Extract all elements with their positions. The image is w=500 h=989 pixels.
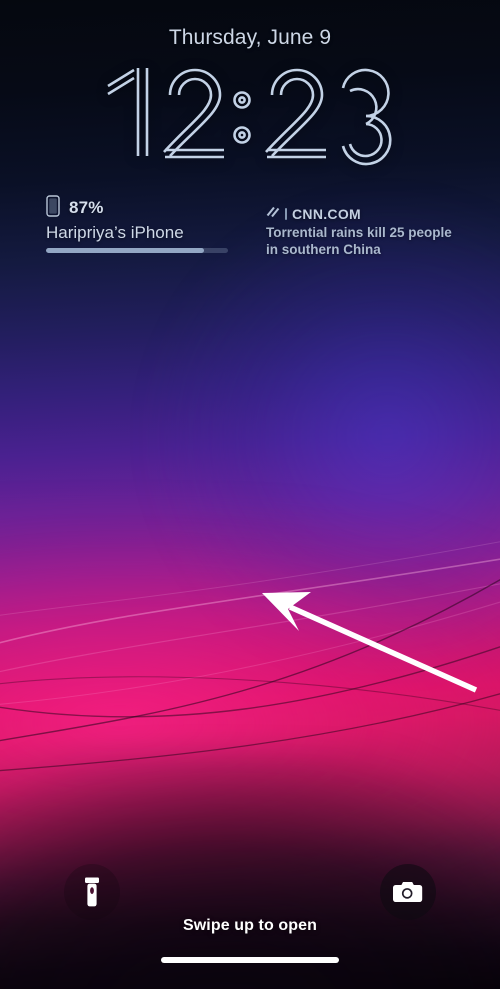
news-headline: Torrential rains kill 25 people in south… xyxy=(266,225,452,257)
device-name: Haripriya’s iPhone xyxy=(46,223,184,242)
lockscreen-date: Thursday, June 9 xyxy=(168,26,332,49)
lock-screen: Thursday, June 9 87% Haripriya’s iPhone … xyxy=(0,0,500,989)
iphone-icon xyxy=(46,194,60,222)
battery-widget-top: 87% xyxy=(46,194,236,222)
apple-news-icon xyxy=(266,205,280,224)
widget-row: 87% Haripriya’s iPhone CNN.COM Torrentia… xyxy=(0,194,500,270)
battery-widget[interactable]: 87% Haripriya’s iPhone xyxy=(46,194,236,253)
camera-icon xyxy=(393,880,423,904)
camera-button[interactable] xyxy=(380,864,436,920)
home-indicator[interactable] xyxy=(161,957,339,963)
swipe-up-hint: Swipe up to open xyxy=(182,917,318,934)
news-widget-header: CNN.COM xyxy=(266,206,466,222)
flashlight-icon xyxy=(82,877,102,907)
news-divider xyxy=(285,208,287,220)
news-widget[interactable]: CNN.COM Torrential rains kill 25 people … xyxy=(266,206,466,258)
flashlight-button[interactable] xyxy=(64,864,120,920)
battery-percent: 87% xyxy=(69,198,104,217)
battery-progress-bar xyxy=(46,248,228,253)
battery-progress-fill xyxy=(46,248,205,253)
lockscreen-clock[interactable] xyxy=(0,60,500,166)
news-source-label: CNN.COM xyxy=(292,206,361,222)
